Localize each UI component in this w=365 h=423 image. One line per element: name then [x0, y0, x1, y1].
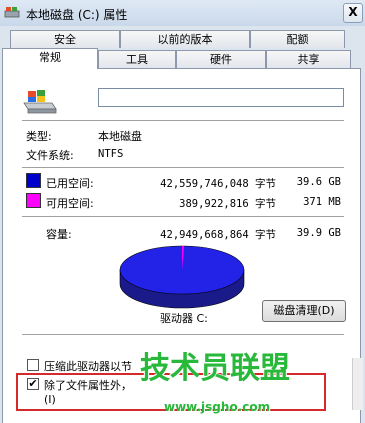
capacity-label: 容量: — [46, 228, 72, 241]
watermark-name: 技术员联盟 — [140, 351, 290, 386]
divider — [22, 167, 344, 168]
filesystem-value: NTFS — [98, 148, 124, 160]
tab-tools[interactable]: 工具 — [98, 50, 176, 68]
capacity-bytes: 42,949,668,864 字节 — [160, 229, 276, 241]
window-title: 本地磁盘 (C:) 属性 — [26, 8, 128, 22]
divider — [22, 120, 344, 121]
free-space-label: 可用空间: — [46, 197, 94, 210]
close-button[interactable]: X — [343, 3, 363, 23]
index-label-line2: (I) — [44, 393, 56, 406]
index-label: 除了文件属性外， — [44, 379, 132, 392]
index-checkbox[interactable]: ✔ — [27, 378, 39, 390]
used-space-size: 39.6 GB — [296, 176, 341, 188]
compress-label: 压缩此驱动器以节 — [44, 360, 132, 373]
tab-sharing[interactable]: 共享 — [266, 50, 351, 68]
drive-icon — [23, 90, 57, 114]
divider — [22, 216, 344, 217]
capacity-size: 39.9 GB — [296, 227, 341, 239]
watermark: 技术员联盟 www.jsgho.com — [140, 351, 290, 415]
tab-previous-versions[interactable]: 以前的版本 — [120, 30, 250, 48]
volume-name-input[interactable] — [98, 88, 344, 107]
free-space-bytes: 389,922,816 字节 — [179, 198, 276, 210]
type-value: 本地磁盘 — [98, 130, 142, 143]
disk-usage-pie-chart — [119, 245, 245, 309]
free-space-swatch — [26, 193, 41, 208]
tab-security[interactable]: 安全 — [10, 30, 120, 48]
compress-checkbox[interactable] — [27, 359, 39, 371]
disk-cleanup-button[interactable]: 磁盘清理(D) — [262, 300, 346, 322]
tab-hardware[interactable]: 硬件 — [176, 50, 266, 68]
type-label: 类型: — [26, 130, 52, 143]
watermark-url: www.jsgho.com — [164, 400, 271, 414]
drive-letter-label: 驱动器 C: — [160, 312, 208, 325]
used-space-bytes: 42,559,746,048 字节 — [160, 178, 276, 190]
scrollbar[interactable] — [352, 358, 363, 410]
title-bar: 本地磁盘 (C:) 属性 X — [0, 0, 365, 26]
divider — [22, 334, 344, 335]
tab-quota[interactable]: 配额 — [250, 30, 345, 48]
used-space-swatch — [26, 173, 41, 188]
drive-icon — [4, 7, 20, 18]
tab-general[interactable]: 常规 — [2, 48, 98, 69]
filesystem-label: 文件系统: — [26, 149, 74, 162]
free-space-size: 371 MB — [303, 196, 341, 208]
used-space-label: 已用空间: — [46, 177, 94, 190]
